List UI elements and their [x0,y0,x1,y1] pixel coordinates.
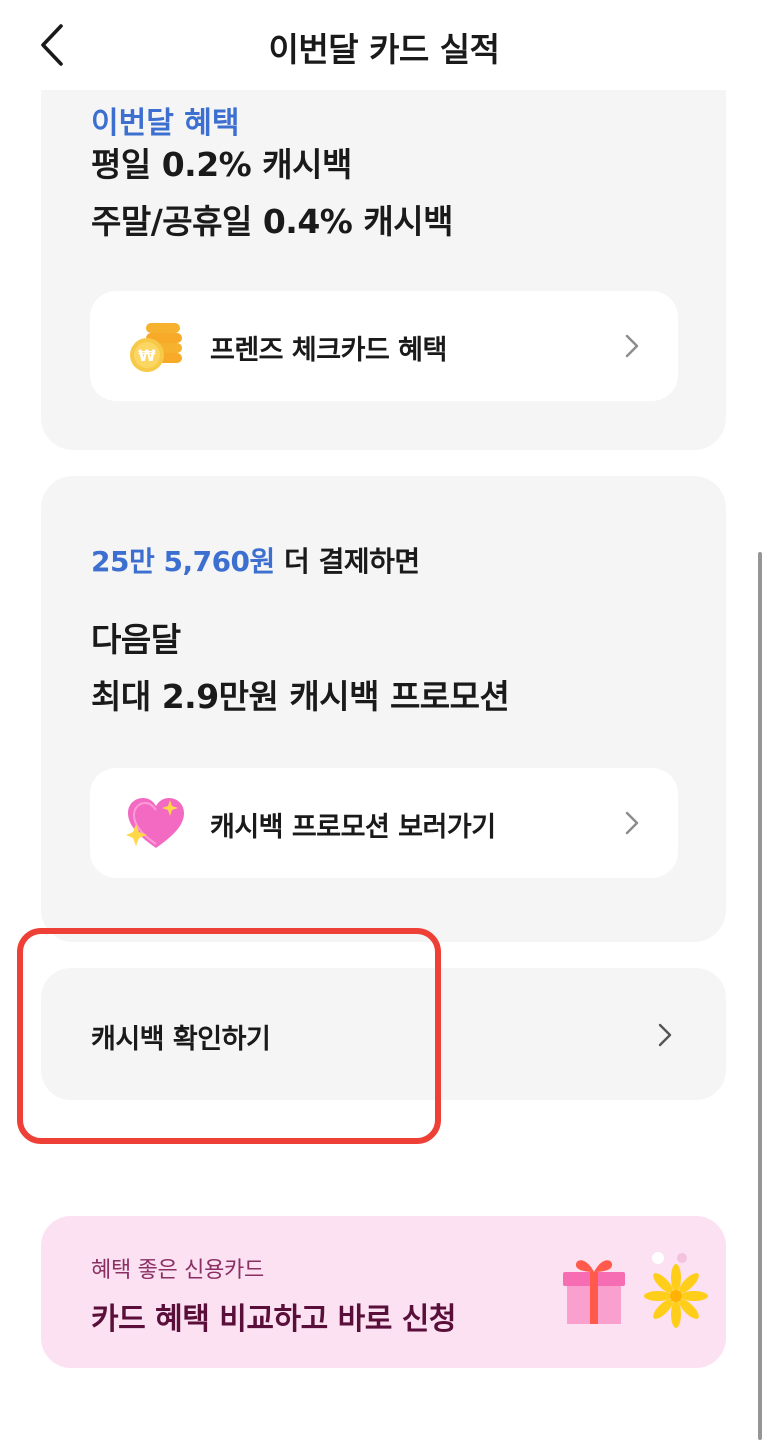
highlight-annotation-box [17,928,441,1144]
chevron-right-icon [624,332,640,360]
chevron-right-icon [624,809,640,837]
sparkle-icon [644,1252,708,1328]
top-app-bar: 이번달 카드 실적 [0,0,768,90]
weekend-cashback-text: 주말/공휴일 0.4% 캐시백 [91,202,453,241]
view-cashback-promotion-button[interactable]: 캐시백 프로모션 보러가기 [90,768,678,878]
friends-checkcard-benefit-button[interactable]: ₩ 프렌즈 체크카드 혜택 [90,291,678,401]
credit-card-promo-banner[interactable]: 혜택 좋은 신용카드 카드 혜택 비교하고 바로 신청 [41,1216,726,1368]
promo-title: 카드 혜택 비교하고 바로 신청 [91,1302,456,1337]
coins-won-icon: ₩ [130,323,182,372]
remaining-spend-text: 25만 5,760원 더 결제하면 [91,540,420,580]
sparkle-heart-icon [126,798,184,848]
friends-checkcard-benefit-label: 프렌즈 체크카드 혜택 [210,335,447,366]
svg-text:₩: ₩ [138,346,156,365]
vertical-scrollbar[interactable] [758,552,762,1440]
promo-subtitle: 혜택 좋은 신용카드 [91,1258,264,1283]
chevron-right-icon [657,1021,673,1049]
benefit-card: 이번달 혜택 평일 0.2% 캐시백 주말/공휴일 0.4% 캐시백 ₩ 프렌즈… [41,40,726,450]
gift-icon [563,1260,625,1324]
benefit-card-heading: 이번달 혜택 [91,106,240,141]
weekday-cashback-text: 평일 0.2% 캐시백 [91,145,352,184]
next-month-text: 다음달 [91,620,181,659]
promotion-progress-card: 25만 5,760원 더 결제하면 다음달 최대 2.9만원 캐시백 프로모션 … [41,476,726,942]
view-cashback-promotion-label: 캐시백 프로모션 보러가기 [210,812,496,843]
max-cashback-promo-text: 최대 2.9만원 캐시백 프로모션 [91,677,510,716]
remaining-amount: 25만 5,760원 [91,545,275,578]
remaining-suffix: 더 결제하면 [274,545,420,578]
page-title: 이번달 카드 실적 [268,30,501,69]
